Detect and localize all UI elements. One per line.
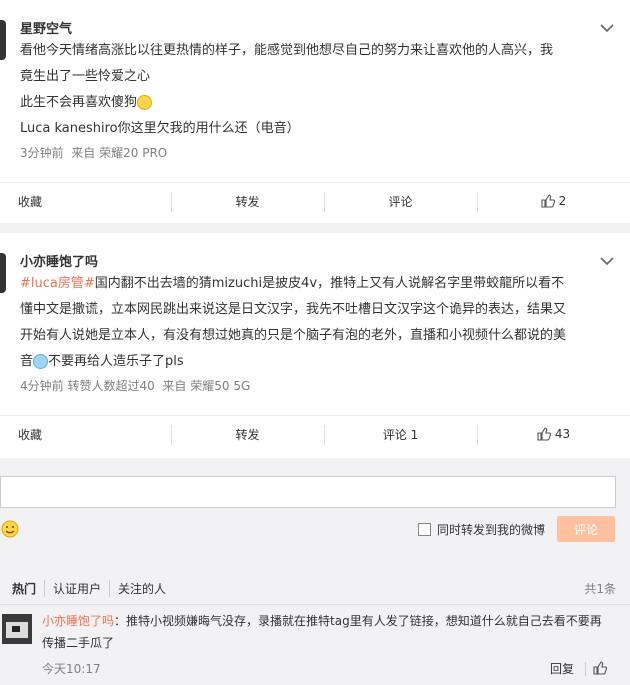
post-body: 看他今天情绪高涨比以往更热情的样子，能感觉到他想尽自己的努力来让喜欢他的人高兴，… — [20, 38, 615, 142]
comment-text: ：推特小视频嫌晦气没存，录播就在推特tag里有人发了链接，想知道什么就自己去看不… — [42, 614, 602, 650]
post-meta: 3分钟前 来自 荣耀20 PRO — [20, 146, 168, 160]
comment-button[interactable]: 评论 — [324, 183, 477, 219]
post-text-line: 懂中文是撒谎，立本网民跳出来说这是日文汉字，我先不吐槽日文汉字这个诡异的表达，结… — [20, 302, 567, 317]
thumbs-up-icon — [541, 194, 555, 208]
thumbs-up-icon — [537, 427, 551, 441]
tab-verified[interactable]: 认证用户 — [44, 580, 109, 597]
repost-button[interactable]: 转发 — [171, 183, 324, 219]
action-bar: 收藏 转发 评论 2 — [0, 182, 630, 219]
reply-button[interactable]: 回复 — [550, 660, 574, 677]
like-button[interactable]: 2 — [477, 183, 630, 219]
avatar[interactable] — [2, 614, 32, 644]
post-time[interactable]: 3分钟前 — [20, 146, 64, 160]
post-source[interactable]: 荣耀20 PRO — [99, 146, 167, 160]
emoji-icon — [33, 354, 49, 369]
likers-count[interactable]: 转赞人数超过40 — [67, 379, 154, 393]
comment-button[interactable]: 评论 1 — [324, 416, 477, 452]
submit-comment-button[interactable]: 评论 — [557, 516, 615, 542]
forward-checkbox[interactable]: 同时转发到我的微博 — [418, 521, 545, 538]
post-card: 小亦睡饱了吗 #luca房管#国内翻不出去墙的猜mizuchi是披皮4v，推特上… — [0, 233, 630, 458]
comment-tabs: 热门 认证用户 关注的人 — [12, 580, 174, 597]
comment-input[interactable] — [0, 476, 616, 508]
like-count: 2 — [558, 194, 567, 208]
comment-section: 同时转发到我的微博 评论 热门 认证用户 关注的人 共1条 小亦睡饱了吗：推特小… — [0, 458, 630, 685]
post-text-line: 开始有人说她是立本人，有没有想过她真的只是个脑子有泡的老外，直播和小视频什么都说… — [20, 328, 567, 343]
chevron-down-icon[interactable] — [598, 22, 616, 34]
avatar[interactable] — [0, 20, 6, 60]
topic-link[interactable]: #luca房管# — [20, 276, 95, 291]
tab-following[interactable]: 关注的人 — [109, 580, 174, 597]
comment-count: 共1条 — [584, 582, 616, 596]
post-body: #luca房管#国内翻不出去墙的猜mizuchi是披皮4v，推特上又有人说解名字… — [20, 271, 615, 375]
repost-button[interactable]: 转发 — [171, 416, 324, 452]
action-bar: 收藏 转发 评论 1 43 — [0, 415, 630, 452]
like-button[interactable]: 43 — [477, 416, 630, 452]
post-author[interactable]: 星野空气 — [20, 18, 72, 37]
post-text-line: 竟生出了一些怜爱之心 — [20, 69, 151, 84]
comment-time: 今天10:17 — [42, 662, 101, 676]
post-author[interactable]: 小亦睡饱了吗 — [20, 251, 98, 270]
favorite-button[interactable]: 收藏 — [0, 416, 171, 452]
divider — [585, 662, 586, 676]
forward-label: 同时转发到我的微博 — [437, 523, 546, 537]
post-text-line: 看他今天情绪高涨比以往更热情的样子，能感觉到他想尽自己的努力来让喜欢他的人高兴，… — [20, 43, 554, 58]
checkbox[interactable] — [418, 523, 431, 536]
avatar[interactable] — [0, 253, 6, 293]
post-text-line: 音不要再给人造乐子了pls — [20, 354, 184, 369]
emoji-icon — [137, 95, 153, 110]
post-time[interactable]: 4分钟前 — [20, 379, 64, 393]
like-count: 43 — [554, 427, 571, 441]
chevron-down-icon[interactable] — [598, 255, 616, 267]
post-text-line: 此生不会再喜欢傻狗 — [20, 90, 615, 116]
comment-item: 小亦睡饱了吗：推特小视频嫌晦气没存，录播就在推特tag里有人发了链接，想知道什么… — [42, 610, 612, 654]
avatar-image — [2, 614, 32, 644]
tab-hot[interactable]: 热门 — [12, 580, 44, 597]
emoji-picker-icon[interactable] — [1, 520, 19, 538]
post-text-line: #luca房管#国内翻不出去墙的猜mizuchi是披皮4v，推特上又有人说解名字… — [20, 276, 565, 291]
comment-author[interactable]: 小亦睡饱了吗 — [42, 614, 114, 628]
thumbs-up-icon[interactable] — [593, 661, 607, 675]
favorite-button[interactable]: 收藏 — [0, 183, 171, 219]
post-meta: 4分钟前 转赞人数超过40 来自 荣耀50 5G — [20, 379, 251, 393]
post-source[interactable]: 荣耀50 5G — [190, 379, 250, 393]
post-text-line: Luca kaneshiro你这里欠我的用什么还（电音） — [20, 121, 300, 136]
post-card: 星野空气 看他今天情绪高涨比以往更热情的样子，能感觉到他想尽自己的努力来让喜欢他… — [0, 0, 630, 223]
divider — [0, 604, 630, 605]
